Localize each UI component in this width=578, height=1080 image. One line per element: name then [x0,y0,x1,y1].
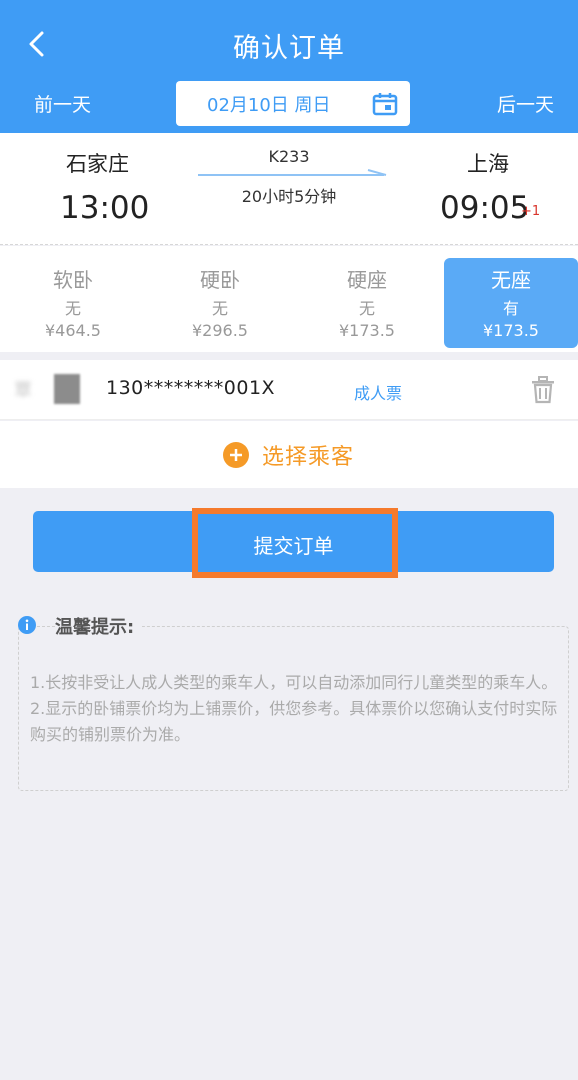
date-picker[interactable]: 02月10日 周日 [176,81,410,126]
plus-day-badge: +1 [521,204,541,219]
add-passenger-label: 选择乘客 [262,445,355,470]
passenger-row[interactable]: 覃 130********001X 成人票 [0,360,578,420]
prev-day-button[interactable]: 前一天 [34,90,91,117]
to-station: 上海 [467,152,509,176]
submit-order-label: 提交订单 [253,536,334,558]
seat-availability: 有 [502,299,519,318]
seat-name: 硬座 [347,268,387,292]
tips-header: 温馨提示: [18,613,578,639]
seat-option-no-seat[interactable]: 无座 有 ¥173.5 [444,258,578,348]
seat-price: ¥464.5 [45,321,101,340]
passenger-id-number: 130********001X [106,377,276,399]
seat-price: ¥173.5 [339,321,395,340]
seat-price: ¥296.5 [192,321,248,340]
train-info: 石家庄 13:00 K233 20小时5分钟 上海 09:05 +1 [0,133,578,245]
seat-option-hard-seat[interactable]: 硬座 无 ¥173.5 [300,258,434,348]
seat-availability: 无 [64,299,81,318]
to-time: 09:05 [440,190,530,226]
page-title: 确认订单 [233,33,345,64]
tip-item: 2.显示的卧铺票价均为上铺票价，供您参考。具体票价以您确认支付时实际购买的铺别票… [30,699,558,744]
seat-availability: 无 [358,299,375,318]
calendar-icon [372,93,398,116]
add-icon [223,442,249,468]
submit-order-button[interactable]: 提交订单 [33,511,554,572]
add-passenger-button[interactable]: 选择乘客 [0,421,578,488]
passenger-name: 覃 [14,380,32,401]
tips-body: 1.长按非受让人成人类型的乘车人，可以自动添加同行儿童类型的乘车人。 2.显示的… [30,670,560,748]
date-text: 02月10日 周日 [207,95,331,116]
seat-option-soft-sleeper[interactable]: 软卧 无 ¥464.5 [6,258,140,348]
tip-item: 1.长按非受让人成人类型的乘车人，可以自动添加同行儿童类型的乘车人。 [30,673,558,692]
seat-name: 软卧 [53,268,93,292]
next-day-button[interactable]: 后一天 [497,90,554,117]
seat-selector: 软卧 无 ¥464.5 硬卧 无 ¥296.5 硬座 无 ¥173.5 无座 有… [0,246,578,352]
seat-availability: 无 [211,299,228,318]
passenger-avatar [54,374,80,404]
tips-title: 温馨提示: [55,613,143,639]
seat-name: 无座 [491,268,531,292]
info-icon [18,616,36,634]
direction-arrow-icon [198,169,387,176]
header-bar: 确认订单 前一天 02月10日 周日 后一天 [0,0,578,133]
trash-icon[interactable] [530,376,556,404]
ticket-type-link[interactable]: 成人票 [354,380,402,404]
seat-option-hard-sleeper[interactable]: 硬卧 无 ¥296.5 [153,258,287,348]
seat-price: ¥173.5 [483,321,539,340]
seat-name: 硬卧 [200,268,240,292]
